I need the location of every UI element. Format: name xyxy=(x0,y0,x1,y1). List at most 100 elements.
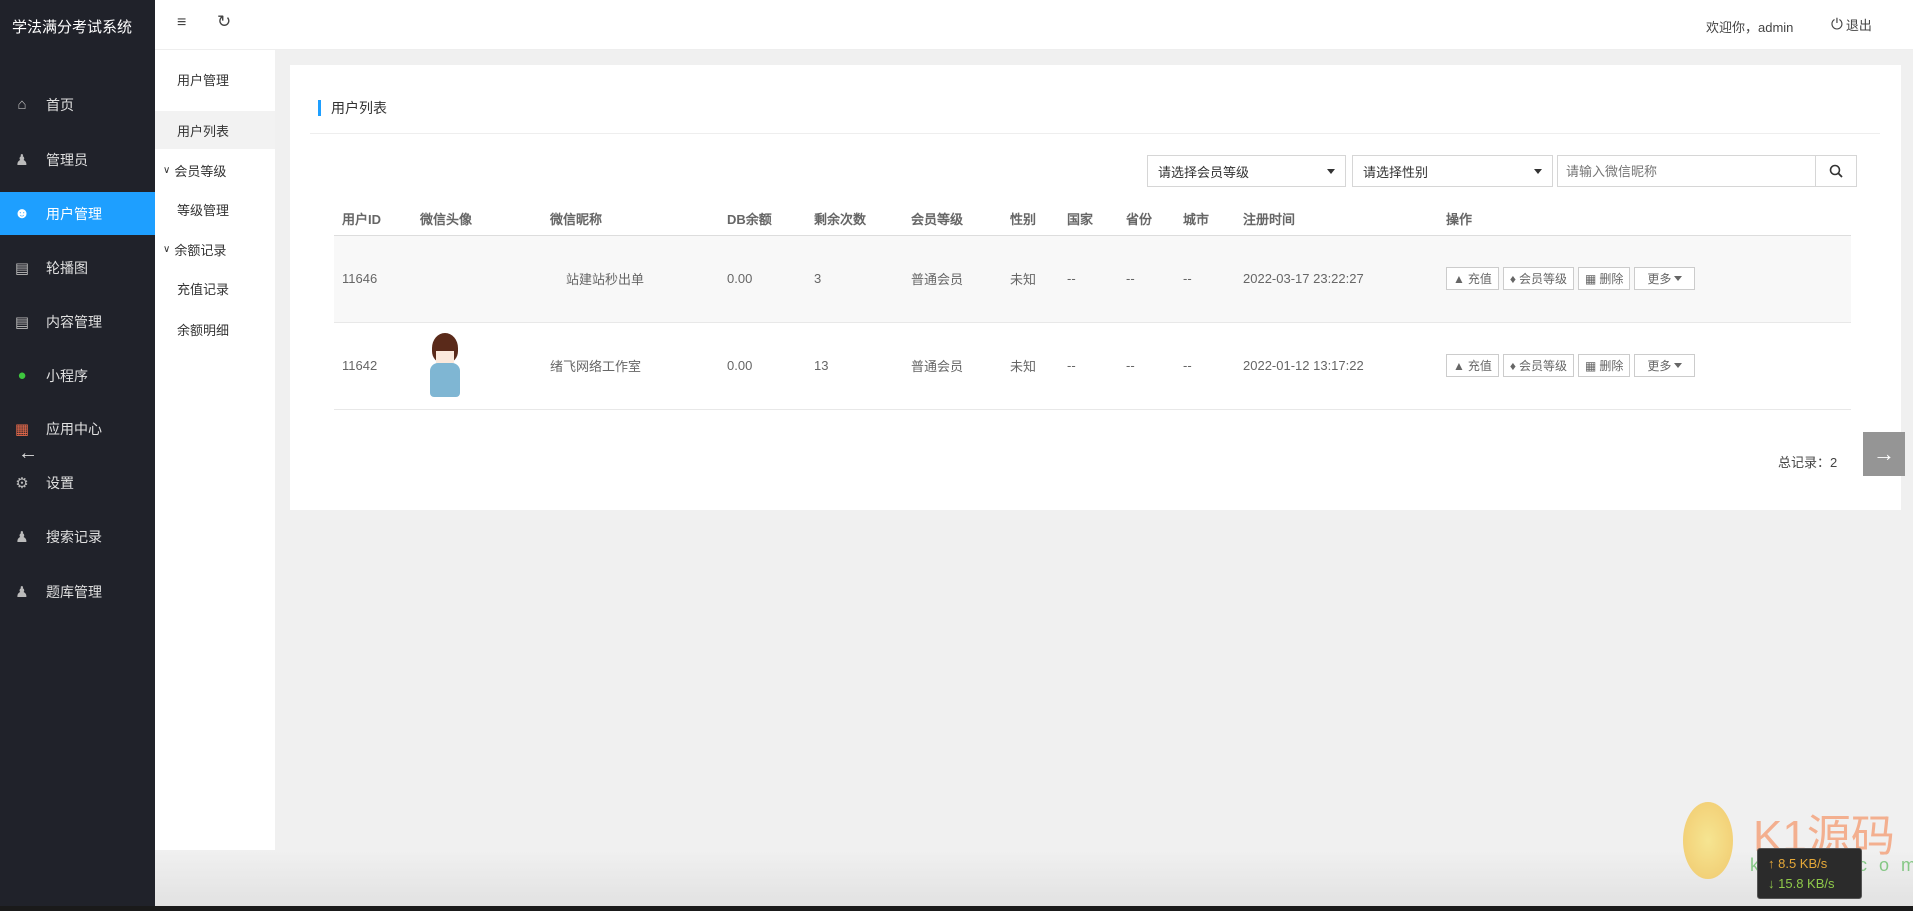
subnav-item-0[interactable]: 用户列表 xyxy=(155,111,275,149)
subnav-item-label: 等级管理 xyxy=(177,202,230,218)
more-dropdown-button[interactable]: 更多 xyxy=(1634,266,1696,290)
cell-province: -- xyxy=(1118,235,1175,323)
gender-select[interactable]: 请选择性别 xyxy=(1352,155,1553,187)
subnav-title: 用户管理 xyxy=(177,72,230,88)
apps-icon: ▦ xyxy=(14,420,30,438)
column-header: 省份 xyxy=(1118,202,1175,236)
recharge-button[interactable]: ▲ 充值 xyxy=(1446,354,1499,378)
logout-button[interactable]: ⏻ 退出 xyxy=(1831,15,1872,34)
subnav-item-5[interactable]: 余额明细 xyxy=(155,310,275,348)
delete-label: 删除 xyxy=(1599,272,1624,287)
home-icon: ⌂ xyxy=(17,96,27,113)
column-header: 性别 xyxy=(1002,202,1059,236)
cell-city: -- xyxy=(1175,235,1235,323)
delete-button[interactable]: ▦ 删除 xyxy=(1578,354,1631,378)
sidebar-item-5[interactable]: ● 小程序 xyxy=(0,354,155,397)
sidebar-item-1[interactable]: ♟ 管理员 xyxy=(0,138,155,181)
next-page-button[interactable]: → xyxy=(1863,432,1905,476)
chevron-down-icon xyxy=(1674,275,1683,281)
cell-remaining: 13 xyxy=(806,322,903,410)
user-icon: ☻ xyxy=(14,205,30,222)
download-speed-value: 15.8 KB/s xyxy=(1778,876,1835,891)
column-header: 微信头像 xyxy=(412,202,542,236)
cell-level: 普通会员 xyxy=(903,235,1002,323)
member-level-button[interactable]: ♦ 会员等级 xyxy=(1502,267,1575,291)
upload-speed-value: 8.5 KB/s xyxy=(1778,856,1828,871)
sidebar-item-0[interactable]: ⌂ 首页 xyxy=(0,83,155,126)
sidebar-item-label: 搜索记录 xyxy=(46,528,102,545)
member-level-button[interactable]: ♦ 会员等级 xyxy=(1502,354,1575,378)
sidebar-item-2[interactable]: ☻ 用户管理 xyxy=(0,192,155,235)
member-level-label: 会员等级 xyxy=(1519,272,1568,287)
user-gear-icon: ♟ xyxy=(15,151,29,169)
subnav-item-1[interactable]: ∨ 会员等级 xyxy=(155,151,275,189)
chevron-down-icon: ∨ xyxy=(163,243,171,255)
member-level-label: 会员等级 xyxy=(1519,359,1568,374)
miniprogram-icon: ● xyxy=(17,367,27,384)
cell-balance: 0.00 xyxy=(719,235,806,323)
money-bag-icon: ▲ xyxy=(1453,358,1465,373)
avatar-cell xyxy=(412,235,542,323)
user-gear-icon: ♟ xyxy=(15,528,29,546)
column-header: 剩余次数 xyxy=(806,202,903,236)
sidebar-item-label: 内容管理 xyxy=(46,313,102,330)
more-dropdown-button[interactable]: 更多 xyxy=(1634,353,1696,377)
delete-button[interactable]: ▦ 删除 xyxy=(1578,267,1631,291)
sidebar-item-3[interactable]: ▤ 轮播图 xyxy=(0,246,155,289)
divider xyxy=(310,133,1880,134)
sidebar-item-8[interactable]: ♟ 搜索记录 xyxy=(0,515,155,558)
nickname-search-input[interactable] xyxy=(1557,155,1816,187)
cell-nickname: 站建站秒出单 xyxy=(542,235,719,323)
subnav-item-3[interactable]: ∨ 余额记录 xyxy=(155,230,275,268)
bottom-fade xyxy=(155,850,1913,906)
sidebar-item-4[interactable]: ▤ 内容管理 xyxy=(0,300,155,343)
user-gear-icon: ♟ xyxy=(15,583,29,601)
refresh-icon[interactable]: ↻ xyxy=(217,12,231,32)
cell-gender: 未知 xyxy=(1002,235,1059,323)
gear-icon: ⚙ xyxy=(15,474,29,492)
menu-toggle-icon[interactable]: ≡ xyxy=(177,14,186,32)
subnav-item-label: 会员等级 xyxy=(174,163,227,179)
member-level-select-label: 请选择会员等级 xyxy=(1158,164,1250,180)
cell-remaining: 3 xyxy=(806,235,903,323)
column-header: 用户ID xyxy=(334,202,412,236)
recharge-button[interactable]: ▲ 充值 xyxy=(1446,267,1499,291)
cell-province: -- xyxy=(1118,322,1175,410)
cell-gender: 未知 xyxy=(1002,322,1059,410)
cell-city: -- xyxy=(1175,322,1235,410)
network-speed-widget: ↑ 8.5 KB/s ↓ 15.8 KB/s xyxy=(1757,848,1862,899)
upload-speed: ↑ 8.5 KB/s xyxy=(1768,856,1828,871)
column-header: DB余额 xyxy=(719,202,806,236)
cell-country: -- xyxy=(1059,322,1118,410)
chevron-down-icon xyxy=(1327,168,1335,174)
column-header: 微信昵称 xyxy=(542,202,719,236)
cell-id: 11642 xyxy=(334,322,412,410)
sub-navigation: 用户管理 用户列表 ∨ 会员等级 等级管理 ∨ 余额记录 充值记录 余额明细 xyxy=(155,50,275,911)
sidebar-item-7[interactable]: ⚙ 设置 xyxy=(0,461,155,504)
cell-nickname: 绪飞网络工作室 xyxy=(542,322,719,410)
top-bar: ≡ ↻ 欢迎你，admin ⏻ 退出 xyxy=(155,0,1913,50)
column-header: 国家 xyxy=(1059,202,1118,236)
cell-registered: 2022-03-17 23:22:27 xyxy=(1235,235,1438,323)
user-table: 用户ID 微信头像 微信昵称 DB余额 剩余次数 会员等级 性别 国家 省份 城市 注册时间 操作 1… xyxy=(334,202,1851,410)
search-button[interactable] xyxy=(1815,155,1857,187)
column-header: 会员等级 xyxy=(903,202,1002,236)
diamond-icon: ♦ xyxy=(1509,271,1517,286)
total-records: 总记录：2 xyxy=(1778,455,1838,470)
member-level-select[interactable]: 请选择会员等级 xyxy=(1147,155,1346,187)
sidebar-item-label: 首页 xyxy=(46,96,74,113)
sidebar-item-label: 用户管理 xyxy=(46,205,102,222)
subnav-item-4[interactable]: 充值记录 xyxy=(155,269,275,307)
more-label: 更多 xyxy=(1647,271,1672,286)
subnav-item-2[interactable]: 等级管理 xyxy=(155,190,275,228)
sidebar-item-label: 设置 xyxy=(46,474,74,491)
sidebar-item-label: 轮播图 xyxy=(46,259,88,276)
cell-balance: 0.00 xyxy=(719,322,806,410)
recharge-label: 充值 xyxy=(1467,359,1492,374)
sidebar-item-9[interactable]: ♟ 题库管理 xyxy=(0,570,155,613)
avatar xyxy=(420,332,468,399)
collapse-left-arrow-icon[interactable]: ← xyxy=(18,442,38,465)
cell-country: -- xyxy=(1059,235,1118,323)
column-header: 操作 xyxy=(1438,202,1851,236)
actions-cell: ▲ 充值 ♦ 会员等级 ▦ 删除 更多 xyxy=(1438,322,1851,410)
